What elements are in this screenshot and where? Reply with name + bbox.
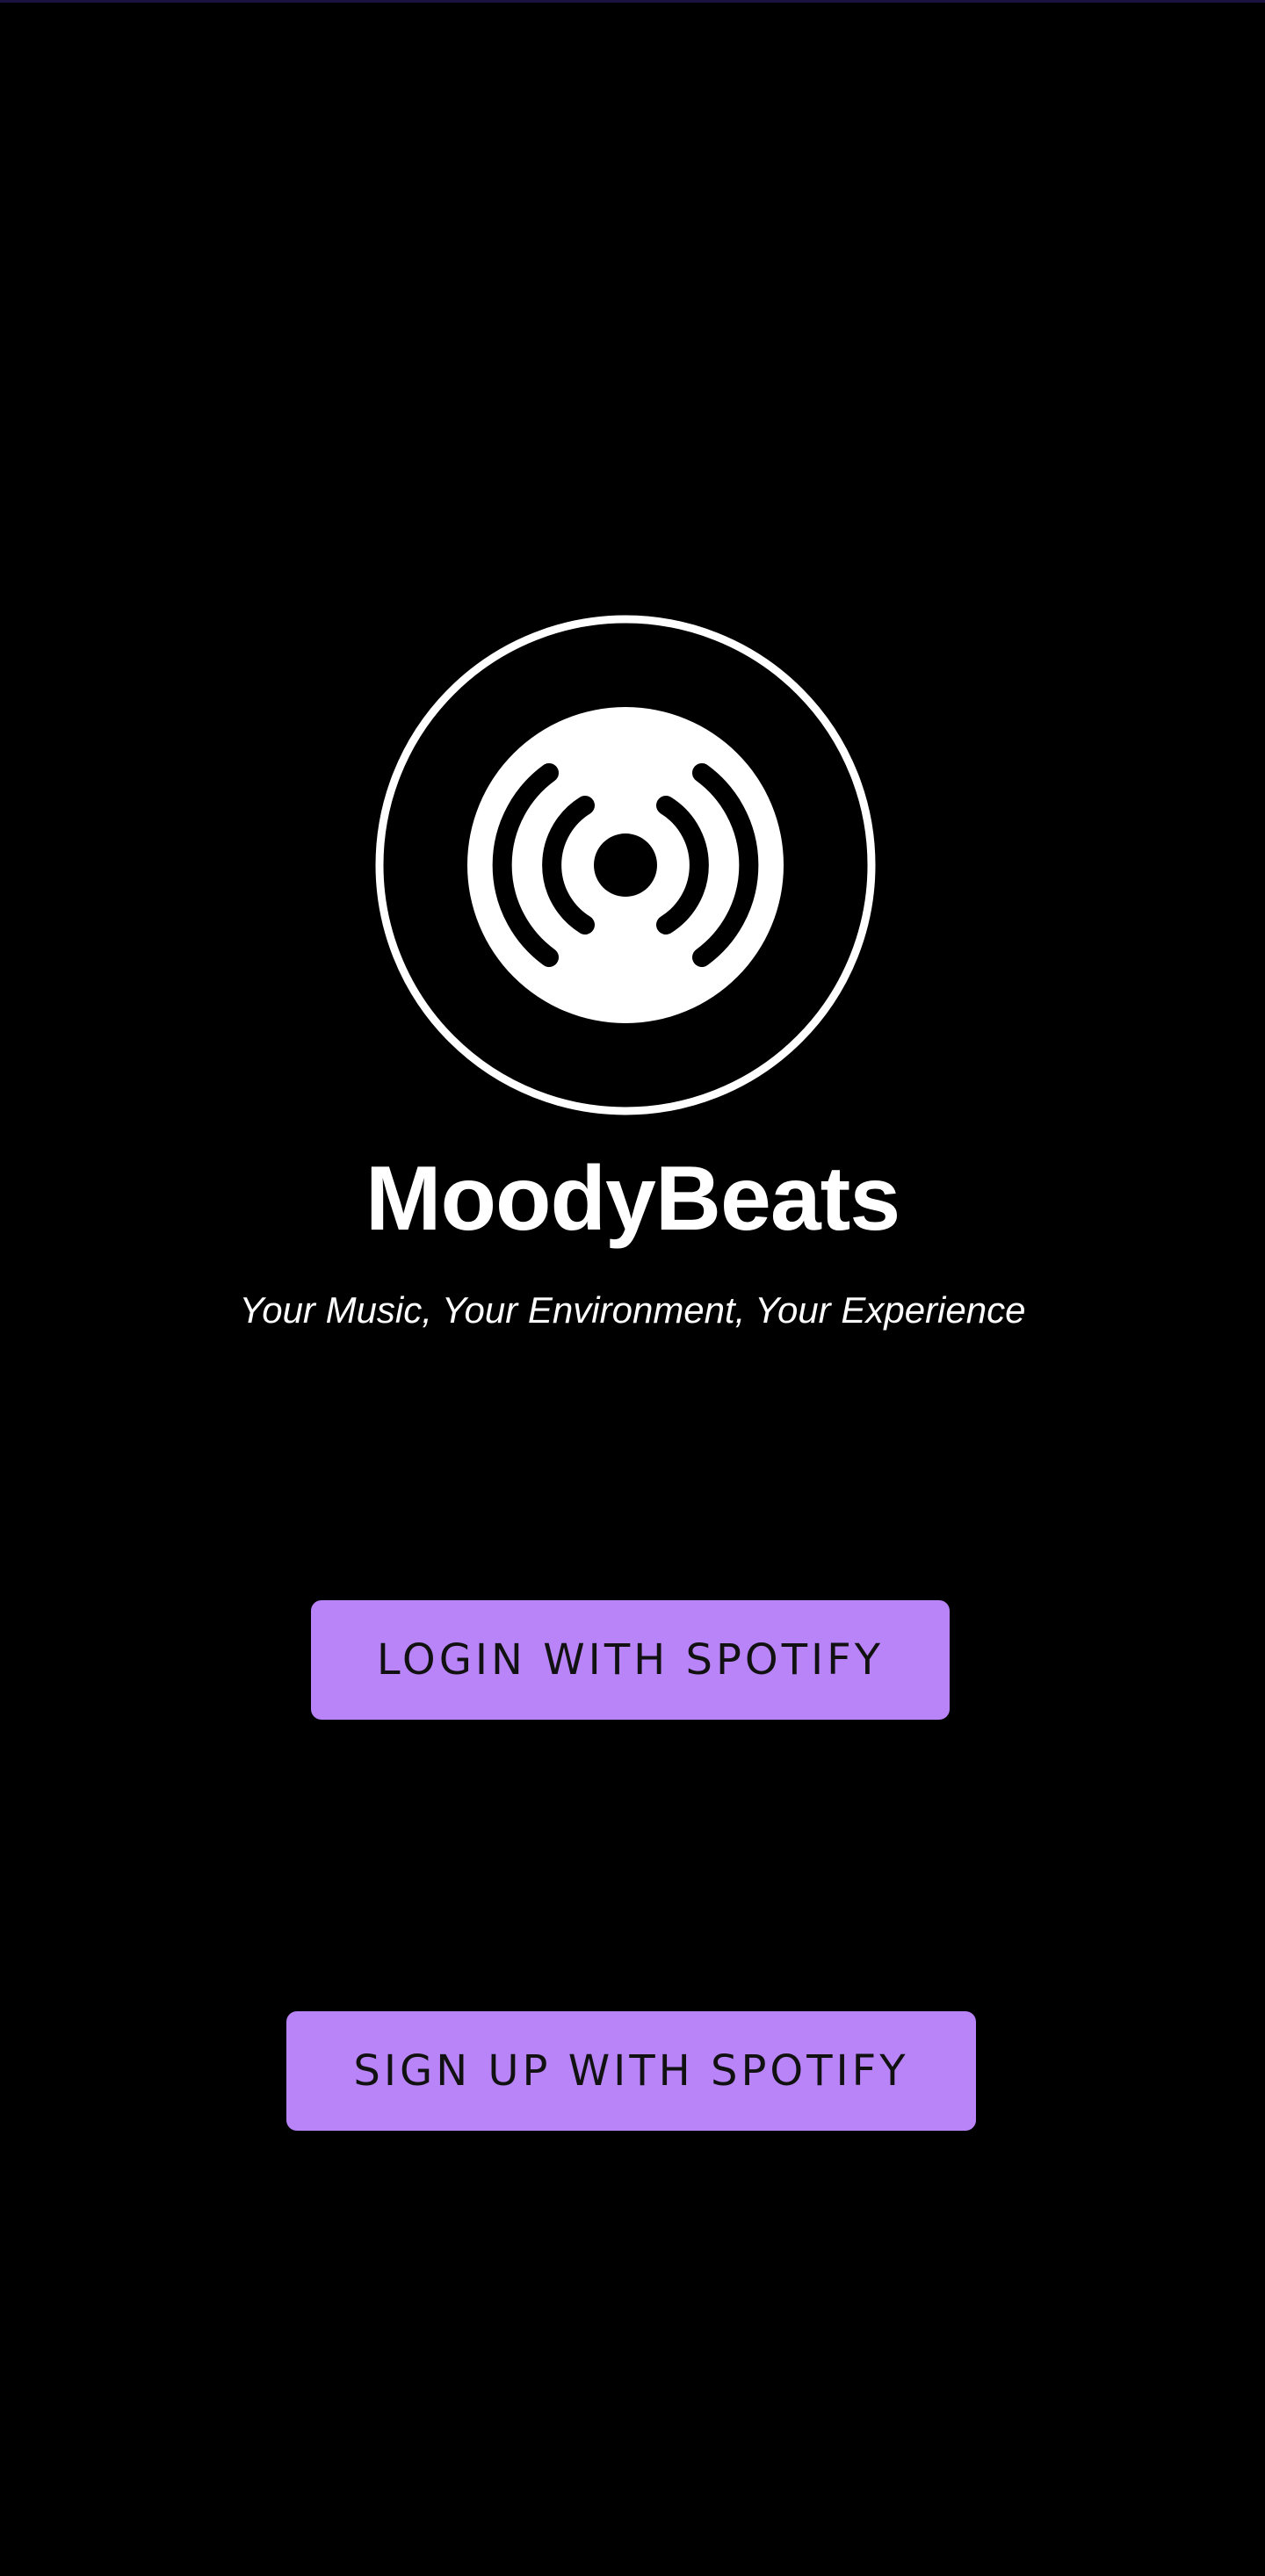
app-tagline: Your Music, Your Environment, Your Exper… [239, 1289, 1026, 1331]
broadcast-disc-icon [375, 615, 876, 1115]
signup-button-label: SIGN UP WITH SPOTIFY [353, 2046, 909, 2096]
login-button-label: LOGIN WITH SPOTIFY [376, 1635, 885, 1685]
app-name: MoodyBeats [365, 1148, 900, 1250]
login-with-spotify-button[interactable]: LOGIN WITH SPOTIFY [311, 1600, 950, 1720]
signup-with-spotify-button[interactable]: SIGN UP WITH SPOTIFY [286, 2011, 976, 2131]
top-status-line [0, 0, 1265, 3]
app-logo [375, 615, 876, 1115]
